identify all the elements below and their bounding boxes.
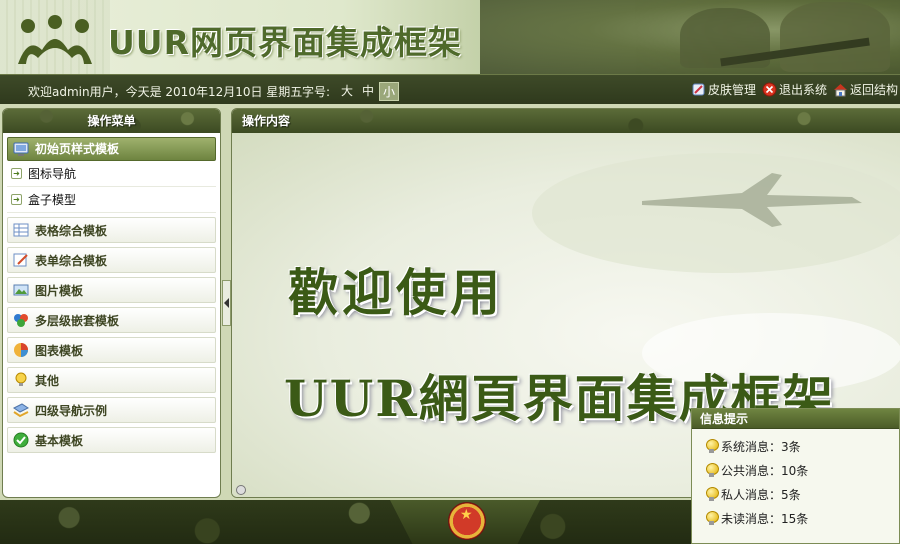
- bulb-icon: [706, 487, 719, 501]
- menu-subitem-icon-nav[interactable]: ➜ 图标导航: [7, 161, 216, 187]
- resize-icon[interactable]: [236, 485, 246, 495]
- jet-icon: [642, 173, 862, 227]
- menu-subitem-box-model[interactable]: ➜ 盒子模型: [7, 187, 216, 213]
- notification-item-private[interactable]: 私人消息：5条: [706, 482, 899, 506]
- header-soldier-graphic: [480, 0, 900, 74]
- menu-group-four-level-nav[interactable]: 四级导航示例: [7, 397, 216, 423]
- form-icon: [13, 253, 28, 267]
- notification-title: 信息提示: [692, 409, 899, 429]
- menu-item-label: 初始页样式模板: [35, 142, 120, 156]
- content-panel-title: 操作内容: [232, 109, 900, 133]
- notification-text: 私人消息：5条: [721, 487, 801, 502]
- nav-icon: [13, 403, 29, 418]
- check-icon: [13, 432, 29, 448]
- bulb-icon: [706, 463, 719, 477]
- notification-text: 系统消息：3条: [721, 439, 801, 454]
- skin-manage-link[interactable]: 皮肤管理: [691, 81, 756, 98]
- bulb-icon: [15, 372, 27, 386]
- menu-group-chart-template[interactable]: 图表模板: [7, 337, 216, 363]
- welcome-heading: 歡迎使用: [288, 263, 504, 322]
- font-size-label: 字号:: [302, 85, 331, 99]
- home-icon: [833, 84, 847, 97]
- menu-group-other[interactable]: 其他: [7, 367, 216, 393]
- top-links: 皮肤管理 退出系统 返回结构: [691, 81, 898, 98]
- notification-list: 系统消息：3条 公共消息：10条 私人消息：5条 未读消息：15条: [692, 429, 899, 530]
- menu-panel-title: 操作菜单: [3, 109, 220, 133]
- font-size-medium-button[interactable]: 中: [359, 82, 377, 99]
- people-logo-icon: [18, 15, 92, 64]
- menu-subitem-label: 盒子模型: [28, 192, 77, 207]
- menu-group-label: 图片模板: [35, 283, 84, 298]
- logout-label: 退出系统: [778, 83, 827, 97]
- app-footer: [0, 500, 691, 544]
- menu-group-basic-template[interactable]: 基本模板: [7, 427, 216, 453]
- skin-manage-label: 皮肤管理: [707, 83, 756, 97]
- menu-group-form-template[interactable]: 表单综合模板: [7, 247, 216, 273]
- menu-group-label: 表单综合模板: [35, 253, 108, 268]
- menu-group-label: 基本模板: [35, 433, 84, 448]
- font-size-small-button[interactable]: 小: [379, 82, 400, 101]
- logout-link[interactable]: 退出系统: [762, 81, 827, 98]
- info-bar: 欢迎admin用户，今天是 2010年12月10日 星期五 字号: 大 中 小 …: [0, 74, 900, 104]
- menu-group-table-template[interactable]: 表格综合模板: [7, 217, 216, 243]
- notification-text: 未读消息：15条: [721, 511, 809, 526]
- image-icon: [13, 284, 29, 296]
- menu-group-label: 表格综合模板: [35, 223, 108, 238]
- panel-collapse-toggle[interactable]: [222, 280, 231, 326]
- left-menu-panel: 操作菜单 初始页样式模板 ➜ 图标导航 ➜ 盒子模型 表格综合模板 表单综合模板…: [2, 108, 221, 498]
- bulb-icon: [706, 511, 719, 525]
- chart-icon: [14, 343, 28, 357]
- font-size-large-button[interactable]: 大: [338, 82, 356, 99]
- menu-list: 初始页样式模板 ➜ 图标导航 ➜ 盒子模型 表格综合模板 表单综合模板 图片模板…: [3, 133, 220, 461]
- table-icon: [13, 223, 29, 237]
- menu-group-image-template[interactable]: 图片模板: [7, 277, 216, 303]
- menu-group-label: 四级导航示例: [35, 403, 108, 418]
- bulb-icon: [706, 439, 719, 453]
- menu-group-label: 其他: [35, 373, 60, 388]
- menu-groups: 表格综合模板 表单综合模板 图片模板 多层级嵌套模板 图表模板 其他 四级导航示…: [7, 217, 216, 453]
- menu-group-nested-template[interactable]: 多层级嵌套模板: [7, 307, 216, 333]
- app-header: UUR网页界面集成框架: [0, 0, 900, 74]
- menu-subitem-label: 图标导航: [28, 166, 77, 181]
- notification-item-system[interactable]: 系统消息：3条: [706, 434, 899, 458]
- menu-group-label: 多层级嵌套模板: [35, 313, 120, 328]
- return-structure-label: 返回结构: [849, 83, 898, 97]
- notification-text: 公共消息：10条: [721, 463, 809, 478]
- return-structure-link[interactable]: 返回结构: [833, 81, 898, 98]
- menu-item-initial-page-template[interactable]: 初始页样式模板: [7, 137, 216, 161]
- nested-icon: [14, 314, 28, 327]
- monitor-icon: [13, 142, 29, 156]
- arrow-right-icon: ➜: [11, 194, 22, 205]
- notification-item-unread[interactable]: 未读消息：15条: [706, 506, 899, 530]
- app-title: UUR网页界面集成框架: [108, 23, 463, 62]
- notification-item-public[interactable]: 公共消息：10条: [706, 458, 899, 482]
- welcome-text: 欢迎admin用户，今天是 2010年12月10日 星期五: [28, 85, 303, 99]
- exit-icon: [762, 82, 777, 97]
- arrow-right-icon: ➜: [11, 168, 22, 179]
- national-emblem-icon: [448, 502, 486, 540]
- menu-group-label: 图表模板: [35, 343, 84, 358]
- skin-icon: [692, 83, 705, 96]
- info-notification: 信息提示 系统消息：3条 公共消息：10条 私人消息：5条 未读消息：15条: [691, 408, 900, 544]
